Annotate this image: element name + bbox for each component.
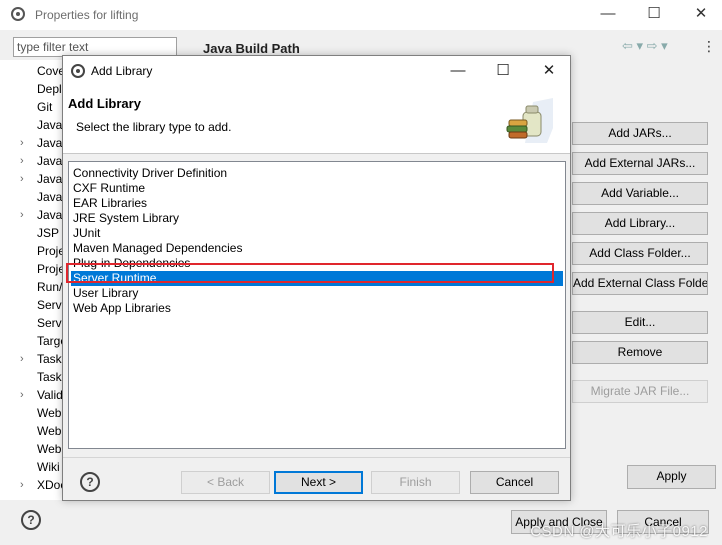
- dialog-description: Select the library type to add.: [76, 120, 232, 134]
- dialog-heading: Add Library: [68, 96, 141, 111]
- tree-item[interactable]: Valid: [37, 388, 63, 402]
- dialog-maximize-icon[interactable]: ☐: [491, 61, 515, 81]
- help-icon[interactable]: ?: [21, 510, 41, 530]
- chevron-right-icon[interactable]: ›: [20, 209, 24, 221]
- apply-button[interactable]: Apply: [627, 465, 716, 489]
- tree-item[interactable]: Java: [37, 136, 62, 150]
- finish-button[interactable]: Finish: [371, 471, 460, 494]
- add-variable-button[interactable]: Add Variable...: [572, 182, 708, 205]
- library-jars-icon: [506, 98, 553, 143]
- eclipse-icon: [71, 64, 85, 78]
- tree-item[interactable]: Web: [37, 406, 61, 420]
- java-build-path-title: Java Build Path: [203, 41, 300, 56]
- tree-item[interactable]: Wiki: [37, 460, 60, 474]
- minimize-icon[interactable]: —: [598, 5, 618, 23]
- tree-item[interactable]: Java: [37, 172, 62, 186]
- chevron-right-icon[interactable]: ›: [20, 479, 24, 491]
- library-list-item[interactable]: Web App Libraries: [71, 301, 563, 316]
- tree-item[interactable]: Cove: [37, 64, 65, 78]
- remove-button[interactable]: Remove: [572, 341, 708, 364]
- dialog-help-icon[interactable]: ?: [80, 472, 100, 492]
- dialog-close-icon[interactable]: ✕: [537, 61, 561, 81]
- add-jars-button[interactable]: Add JARs...: [572, 122, 708, 145]
- migrate-jar-file-button[interactable]: Migrate JAR File...: [572, 380, 708, 403]
- navigation-arrows[interactable]: ⇦ ▾ ⇨ ▾: [622, 38, 668, 54]
- back-button[interactable]: < Back: [181, 471, 270, 494]
- add-external-jars-button[interactable]: Add External JARs...: [572, 152, 708, 175]
- tree-item[interactable]: Depl: [37, 82, 62, 96]
- library-list-item[interactable]: Connectivity Driver Definition: [71, 166, 563, 181]
- view-menu-icon[interactable]: ⋮: [702, 38, 716, 55]
- chevron-right-icon[interactable]: ›: [20, 137, 24, 149]
- tree-item[interactable]: Web: [37, 424, 61, 438]
- maximize-icon[interactable]: ☐: [644, 5, 664, 23]
- library-list-item[interactable]: JUnit: [71, 226, 563, 241]
- dialog-cancel-button[interactable]: Cancel: [470, 471, 559, 494]
- tree-item[interactable]: Git: [37, 100, 52, 114]
- chevron-right-icon[interactable]: ›: [20, 173, 24, 185]
- dialog-title: Add Library: [91, 64, 153, 78]
- properties-window-title: Properties for lifting: [35, 8, 139, 22]
- footer-divider: [63, 457, 570, 458]
- eclipse-icon: [11, 7, 25, 21]
- tree-item[interactable]: Java: [37, 154, 62, 168]
- library-list-item[interactable]: Maven Managed Dependencies: [71, 241, 563, 256]
- watermark: CSDN @大可乐小子0912: [530, 523, 708, 540]
- annotation-highlight-box: [66, 263, 554, 283]
- library-type-list[interactable]: Connectivity Driver Definition CXF Runtim…: [68, 161, 566, 449]
- library-list-item[interactable]: EAR Libraries: [71, 196, 563, 211]
- tree-item[interactable]: Web: [37, 442, 61, 456]
- tree-item[interactable]: JSP: [37, 226, 59, 240]
- library-list-item[interactable]: CXF Runtime: [71, 181, 563, 196]
- add-external-class-folder-button[interactable]: Add External Class Folder...: [572, 272, 708, 295]
- close-icon[interactable]: ✕: [691, 5, 711, 23]
- chevron-right-icon[interactable]: ›: [20, 353, 24, 365]
- filter-field[interactable]: [13, 37, 177, 57]
- add-library-dialog: Add Library — ☐ ✕ Add Library Select the…: [62, 55, 571, 501]
- chevron-right-icon[interactable]: ›: [20, 389, 24, 401]
- next-button[interactable]: Next >: [274, 471, 363, 494]
- tree-item[interactable]: Task: [37, 352, 62, 366]
- library-list-item[interactable]: User Library: [71, 286, 563, 301]
- tree-item[interactable]: Proje: [37, 262, 65, 276]
- dialog-header: Add Library Select the library type to a…: [63, 86, 570, 154]
- tree-item[interactable]: Java: [37, 118, 62, 132]
- tree-item[interactable]: Proje: [37, 244, 65, 258]
- add-class-folder-button[interactable]: Add Class Folder...: [572, 242, 708, 265]
- filter-input[interactable]: [14, 38, 170, 56]
- edit-button[interactable]: Edit...: [572, 311, 708, 334]
- add-library-button[interactable]: Add Library...: [572, 212, 708, 235]
- library-list-item[interactable]: JRE System Library: [71, 211, 563, 226]
- tree-item[interactable]: Task: [37, 370, 62, 384]
- tree-item[interactable]: Servi: [37, 316, 64, 330]
- chevron-right-icon[interactable]: ›: [20, 155, 24, 167]
- dialog-minimize-icon[interactable]: —: [446, 61, 470, 81]
- tree-item[interactable]: Run/: [37, 280, 62, 294]
